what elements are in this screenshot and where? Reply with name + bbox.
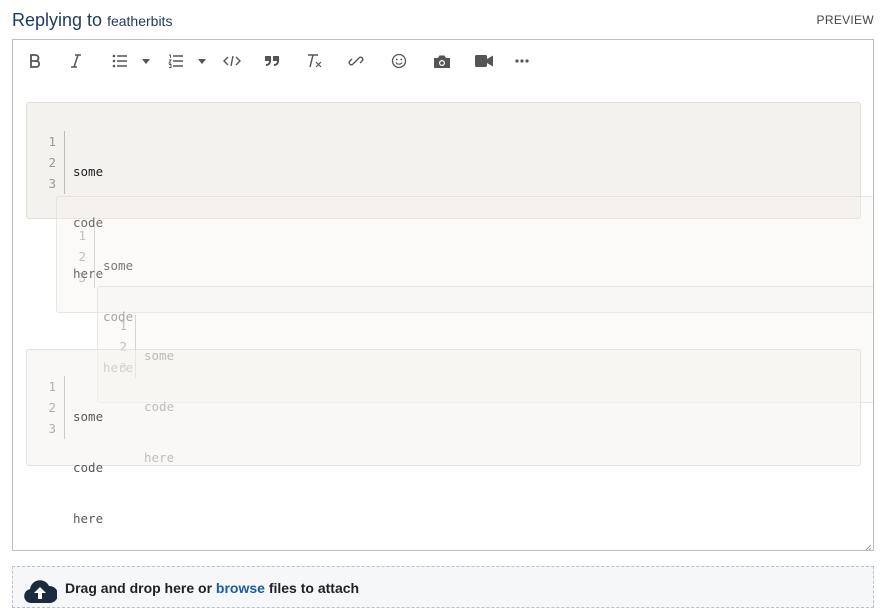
dropzone-text: Drag and drop here or browse files to at… [65, 580, 359, 596]
toolbar [13, 40, 873, 82]
italic-icon[interactable] [68, 50, 84, 72]
code-content[interactable]: some code here [73, 376, 133, 550]
reply-user-link[interactable]: featherbits [107, 13, 172, 29]
preview-button[interactable]: PREVIEW [817, 13, 874, 27]
line-number: 1 [48, 379, 56, 394]
resize-handle-icon[interactable] [863, 540, 872, 550]
code-line: code [73, 460, 104, 475]
browse-link[interactable]: browse [216, 580, 265, 596]
code-line: here [73, 511, 104, 526]
bullet-list-dropdown-icon[interactable] [141, 50, 151, 72]
reply-title: Replying to featherbits [12, 10, 172, 31]
code-icon[interactable] [222, 50, 242, 72]
file-dropzone[interactable]: Drag and drop here or browse files to at… [12, 566, 874, 608]
dropzone-text-after: files to attach [264, 580, 360, 596]
more-icon[interactable] [514, 50, 530, 72]
line-numbers: 1 2 3 [35, 131, 65, 194]
cloud-upload-icon [23, 577, 59, 608]
line-numbers: 1 2 3 [65, 225, 95, 288]
line-number: 2 [48, 155, 56, 170]
code-line: some [73, 164, 104, 179]
line-number: 2 [48, 400, 56, 415]
ordered-list-icon[interactable] [167, 50, 185, 72]
line-number: 1 [48, 134, 56, 149]
code-block[interactable]: 1 2 3 some code here [26, 349, 861, 526]
line-number: 1 [78, 228, 86, 243]
line-number: 3 [48, 421, 56, 436]
line-number: 3 [78, 270, 86, 285]
line-number: 1 [119, 318, 127, 333]
bold-icon[interactable] [27, 50, 43, 72]
line-numbers: 1 2 3 [35, 376, 65, 439]
line-number: 3 [48, 176, 56, 191]
dropzone-text-before: Drag and drop here or [65, 580, 216, 596]
line-number: 2 [78, 249, 86, 264]
code-line: some [103, 258, 134, 273]
emoji-icon[interactable] [390, 50, 408, 72]
bullet-list-icon[interactable] [111, 50, 129, 72]
clear-format-icon[interactable] [306, 50, 324, 72]
ordered-list-dropdown-icon[interactable] [197, 50, 207, 72]
camera-icon[interactable] [432, 50, 452, 72]
reply-prefix: Replying to [12, 10, 103, 30]
reply-header: Replying to featherbits PREVIEW [12, 8, 874, 34]
editor[interactable]: 1 2 3 some code here 1 2 3 some code her… [12, 39, 874, 551]
video-icon[interactable] [474, 50, 494, 72]
link-icon[interactable] [347, 50, 365, 72]
code-line: some [73, 409, 104, 424]
quote-icon[interactable] [263, 50, 281, 72]
